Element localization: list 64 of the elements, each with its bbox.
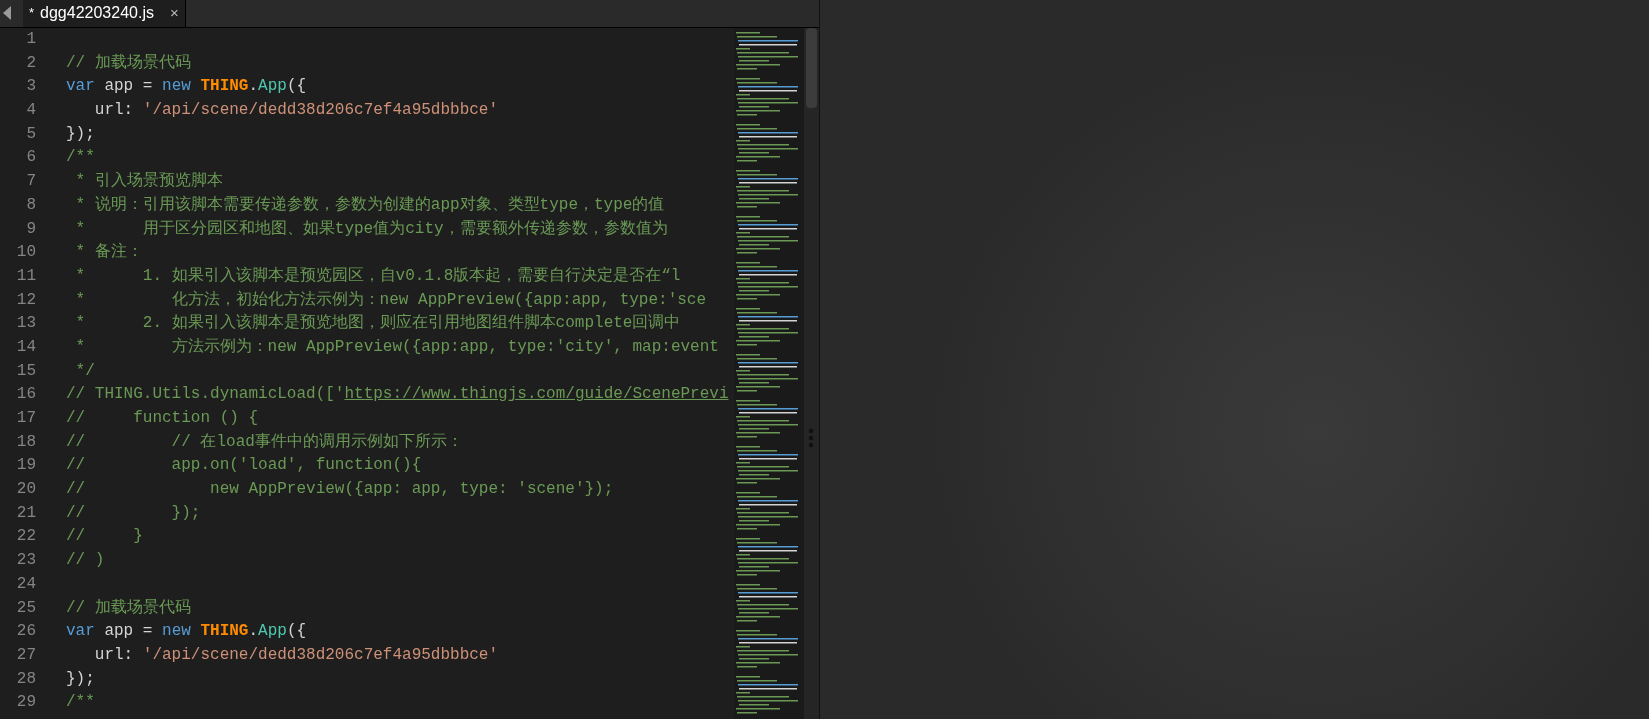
code-line: // new AppPreview({app: app, type: 'scene'}); <box>66 479 614 501</box>
code-line: // 加载场景代码 <box>66 597 191 619</box>
line-number: 1 <box>25 29 36 50</box>
code-line: }); <box>66 123 95 145</box>
line-number: 2 <box>25 52 36 74</box>
code-line: */ <box>74 360 95 382</box>
code-line: * 说明：引用该脚本需要传递参数，参数为创建的app对象、类型type，type的值 <box>74 194 665 216</box>
code-line: * 引入场景预览脚本 <box>74 171 223 193</box>
line-number: 12 <box>15 289 36 311</box>
code-line: url: '/api/scene/dedd38d206c7ef4a95dbbbce' <box>93 644 499 666</box>
line-number: 8 <box>25 194 36 216</box>
line-number: 15 <box>15 360 36 382</box>
line-number: 17 <box>15 408 36 429</box>
code-line: // function () { <box>66 408 259 429</box>
line-number: 26 <box>15 621 36 643</box>
line-number: 5 <box>25 123 36 145</box>
code-link[interactable]: https://www.thingjs.com/guide/ScenePrevi <box>344 383 729 407</box>
close-button[interactable]: × <box>169 1 179 25</box>
tab-label: dgg42203240.js <box>40 3 154 23</box>
code-line: /** <box>66 692 95 714</box>
code-line: var app = new THING.App({ <box>66 621 307 643</box>
code-line: * 1. 如果引入该脚本是预览园区，自v0.1.8版本起，需要自行决定是否在“l <box>74 265 681 287</box>
code-line: // 加载场景代码 <box>66 52 191 74</box>
line-number: 24 <box>15 573 36 595</box>
line-number: 3 <box>25 76 36 98</box>
line-number: 27 <box>15 644 36 666</box>
line-number: 11 <box>15 265 36 287</box>
scrollbar-thumb[interactable] <box>806 28 817 108</box>
code-line: * 2. 如果引入该脚本是预览地图，则应在引用地图组件脚本complete回调中 <box>74 312 681 335</box>
line-number: 13 <box>15 313 36 335</box>
code-line: url: '/api/scene/dedd38d206c7ef4a95dbbbce' <box>93 100 499 122</box>
code-line: * 用于区分园区和地图、如果type值为city，需要额外传递参数，参数值为 <box>74 218 668 240</box>
line-number: 18 <box>15 431 36 453</box>
file-tab[interactable]: * dgg42203240.js × <box>23 0 186 27</box>
code-line: // app.on('load', function(){ <box>66 455 422 477</box>
line-number: 21 <box>15 502 36 524</box>
code-text: // THING.Utils.dynamicLoad([' <box>66 384 345 406</box>
line-number: 4 <box>25 100 36 122</box>
code-line: * 化方法，初始化方法示例为：new AppPreview({app:app, type:'sce <box>74 289 707 311</box>
code-line: /** <box>66 147 95 169</box>
code-line: * 方法示例为：new AppPreview({app:app, type:'city', map:event <box>74 336 719 358</box>
line-number: 23 <box>15 550 36 572</box>
line-number: 7 <box>25 171 36 193</box>
code-line: // }); <box>66 502 201 524</box>
line-number: 9 <box>25 218 36 240</box>
code-line: // ) <box>66 550 105 572</box>
line-number: 20 <box>15 479 36 501</box>
line-number: 6 <box>25 147 36 169</box>
line-number: 14 <box>15 336 36 358</box>
code-line: }); <box>66 668 95 690</box>
line-number: 28 <box>15 668 36 690</box>
code-line: // } <box>66 526 143 548</box>
line-number: 22 <box>15 526 36 548</box>
line-number: 29 <box>15 692 36 714</box>
code-line: // // 在load事件中的调用示例如下所示： <box>66 431 463 453</box>
line-number: 25 <box>15 597 36 619</box>
line-number: 19 <box>15 455 36 477</box>
code-line: var app = new THING.App({ <box>66 76 307 98</box>
line-number: 16 <box>15 384 36 406</box>
modified-mark: * <box>29 4 35 23</box>
minimap[interactable] <box>734 28 804 719</box>
code-line: * 备注： <box>74 241 143 264</box>
line-number: 10 <box>15 242 36 264</box>
scrollbar[interactable] <box>804 28 819 719</box>
